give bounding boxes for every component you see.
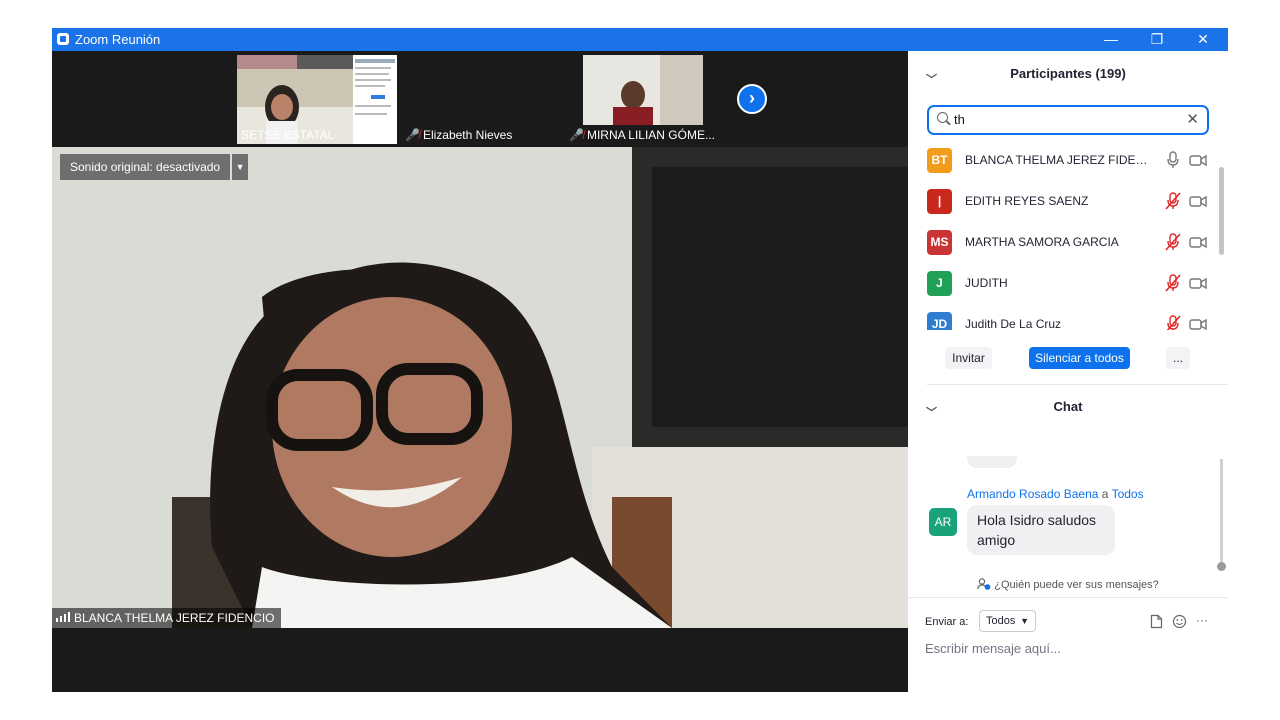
chevron-down-icon[interactable]: ▼	[232, 154, 249, 180]
more-options-button[interactable]: ...	[1166, 347, 1190, 369]
original-sound-toggle[interactable]: Sonido original: desactivado ▼	[60, 154, 249, 180]
muted-mic-icon: 🎤̸	[569, 128, 584, 142]
mute-all-button[interactable]: Silenciar a todos	[1029, 347, 1130, 369]
participants-title: Participantes (199)	[1010, 66, 1126, 81]
thumbnail-name: SETSE ESTATAL	[241, 128, 335, 142]
chat-title: Chat	[1053, 399, 1083, 414]
send-to-value[interactable]: Todos	[986, 615, 1015, 627]
search-icon	[937, 112, 948, 123]
participant-row[interactable]: MS MARTHA SAMORA GARCIA	[908, 222, 1218, 263]
message-sender-line: Armando Rosado Baena a Todos	[967, 487, 1144, 501]
collapse-chevron-icon[interactable]: ﹀	[926, 404, 937, 420]
speaker-name-tag: BLANCA THELMA JEREZ FIDENCIO	[52, 608, 281, 628]
previous-message-bubble	[967, 456, 1017, 468]
signal-strength-icon	[56, 612, 70, 622]
side-panel: ﹀ Participantes (199) th ✕ BT BLANCA THE…	[908, 51, 1228, 692]
who-can-see-link[interactable]: ¿Quién puede ver sus mensajes?	[908, 578, 1228, 591]
avatar: AR	[929, 508, 957, 536]
avatar: |	[927, 189, 952, 214]
microphone-muted-icon[interactable]	[1165, 274, 1181, 292]
minimize-button[interactable]: —	[1088, 28, 1134, 51]
participant-row[interactable]: JD Judith De La Cruz	[908, 304, 1218, 330]
chat-scrollbar[interactable]	[1220, 459, 1223, 566]
participants-header: ﹀ Participantes (199)	[908, 66, 1228, 90]
participant-name: MARTHA SAMORA GARCIA	[965, 235, 1119, 249]
participant-list-scrollbar[interactable]	[1219, 167, 1224, 255]
video-off-icon[interactable]	[1189, 275, 1207, 291]
collapse-chevron-icon[interactable]: ﹀	[926, 71, 937, 87]
send-to-label: Enviar a:	[925, 616, 969, 628]
chat-scroll-handle[interactable]	[1217, 562, 1226, 571]
message-bubble: Hola Isidro saludos amigo	[967, 505, 1115, 555]
avatar: BT	[927, 148, 952, 173]
participant-name: BLANCA THELMA JEREZ FIDENC...	[965, 153, 1155, 167]
invite-button[interactable]: Invitar	[945, 347, 992, 369]
restore-button[interactable]: ❐	[1134, 28, 1180, 51]
thumbnail-name: MIRNA LILIAN GÓME...	[586, 128, 715, 142]
chevron-down-icon[interactable]: ▼	[1020, 611, 1029, 631]
file-icon[interactable]	[1150, 614, 1163, 629]
microphone-muted-icon[interactable]	[1165, 192, 1181, 210]
clear-search-icon[interactable]: ✕	[1186, 110, 1199, 128]
speaker-name: BLANCA THELMA JEREZ FIDENCIO	[74, 611, 275, 625]
avatar: JD	[927, 312, 952, 330]
search-value[interactable]: th	[954, 112, 965, 127]
compose-divider	[908, 597, 1228, 598]
window-title: Zoom Reunión	[75, 32, 161, 47]
chat-messages: Armando Rosado Baena a Todos AR Hola Isi…	[908, 456, 1218, 566]
participant-name: Judith De La Cruz	[965, 317, 1062, 330]
who-can-see-text[interactable]: ¿Quién puede ver sus mensajes?	[994, 579, 1158, 591]
video-stage: SETSE ESTATAL 🎤̸ Elizabeth Nieves 🎤̸ MIRNA…	[52, 51, 908, 692]
message-to-word: a	[1101, 487, 1109, 501]
microphone-on-icon[interactable]	[1165, 151, 1181, 169]
video-off-icon[interactable]	[1189, 234, 1207, 250]
more-chat-options-button[interactable]: ···	[1196, 613, 1208, 627]
participant-name: EDITH REYES SAENZ	[965, 194, 1089, 208]
zoom-app-icon	[57, 33, 69, 45]
thumbnail-strip: SETSE ESTATAL 🎤̸ Elizabeth Nieves 🎤̸ MIRNA…	[52, 51, 908, 146]
original-sound-label[interactable]: Sonido original: desactivado	[60, 154, 231, 180]
thumbnail-elizabeth-nieves[interactable]: 🎤̸ Elizabeth Nieves	[401, 55, 561, 144]
speaker-video-frame	[52, 147, 908, 628]
active-speaker-video: Sonido original: desactivado ▼ BLANCA TH…	[52, 147, 908, 628]
participant-row[interactable]: J JUDITH	[908, 263, 1218, 304]
send-to-dropdown[interactable]: Todos ▼	[979, 610, 1036, 632]
thumbnail-mirna-lilian[interactable]: 🎤̸ MIRNA LILIAN GÓME...	[565, 55, 725, 144]
microphone-muted-icon[interactable]	[1165, 315, 1181, 330]
emoji-icon[interactable]	[1172, 614, 1187, 629]
chat-header: ﹀ Chat	[908, 399, 1228, 423]
avatar: MS	[927, 230, 952, 255]
muted-mic-icon: 🎤̸	[405, 128, 420, 142]
video-off-icon[interactable]	[1189, 152, 1207, 168]
participant-list: BT BLANCA THELMA JEREZ FIDENC... | EDITH…	[908, 140, 1218, 330]
next-page-button[interactable]: ›	[737, 84, 767, 114]
zoom-window: Zoom Reunión — ❐ ✕ SETSE ESTATAL 🎤̸ Eliz…	[52, 28, 1228, 692]
participant-row[interactable]: BT BLANCA THELMA JEREZ FIDENC...	[908, 140, 1218, 181]
message-sender[interactable]: Armando Rosado Baena	[967, 487, 1098, 501]
section-divider	[927, 384, 1228, 385]
message-recipient: Todos	[1111, 487, 1144, 501]
avatar: J	[927, 271, 952, 296]
participant-name: JUDITH	[965, 276, 1008, 290]
person-info-icon	[977, 578, 991, 590]
video-off-icon[interactable]	[1189, 316, 1207, 330]
chat-message-input[interactable]: Escribir mensaje aquí...	[925, 641, 1061, 656]
close-button[interactable]: ✕	[1180, 28, 1226, 51]
thumbnail-setse-estatal[interactable]: SETSE ESTATAL	[237, 55, 397, 144]
video-off-icon[interactable]	[1189, 193, 1207, 209]
thumbnail-name-row: 🎤̸ MIRNA LILIAN GÓME...	[569, 128, 715, 142]
title-bar: Zoom Reunión — ❐ ✕	[52, 28, 1228, 51]
participant-search-input[interactable]: th ✕	[927, 105, 1209, 135]
send-to-row: Enviar a: Todos ▼ ···	[908, 609, 1228, 639]
thumbnail-name: Elizabeth Nieves	[422, 128, 513, 142]
thumbnail-name-row: 🎤̸ Elizabeth Nieves	[405, 128, 512, 142]
microphone-muted-icon[interactable]	[1165, 233, 1181, 251]
participant-row[interactable]: | EDITH REYES SAENZ	[908, 181, 1218, 222]
